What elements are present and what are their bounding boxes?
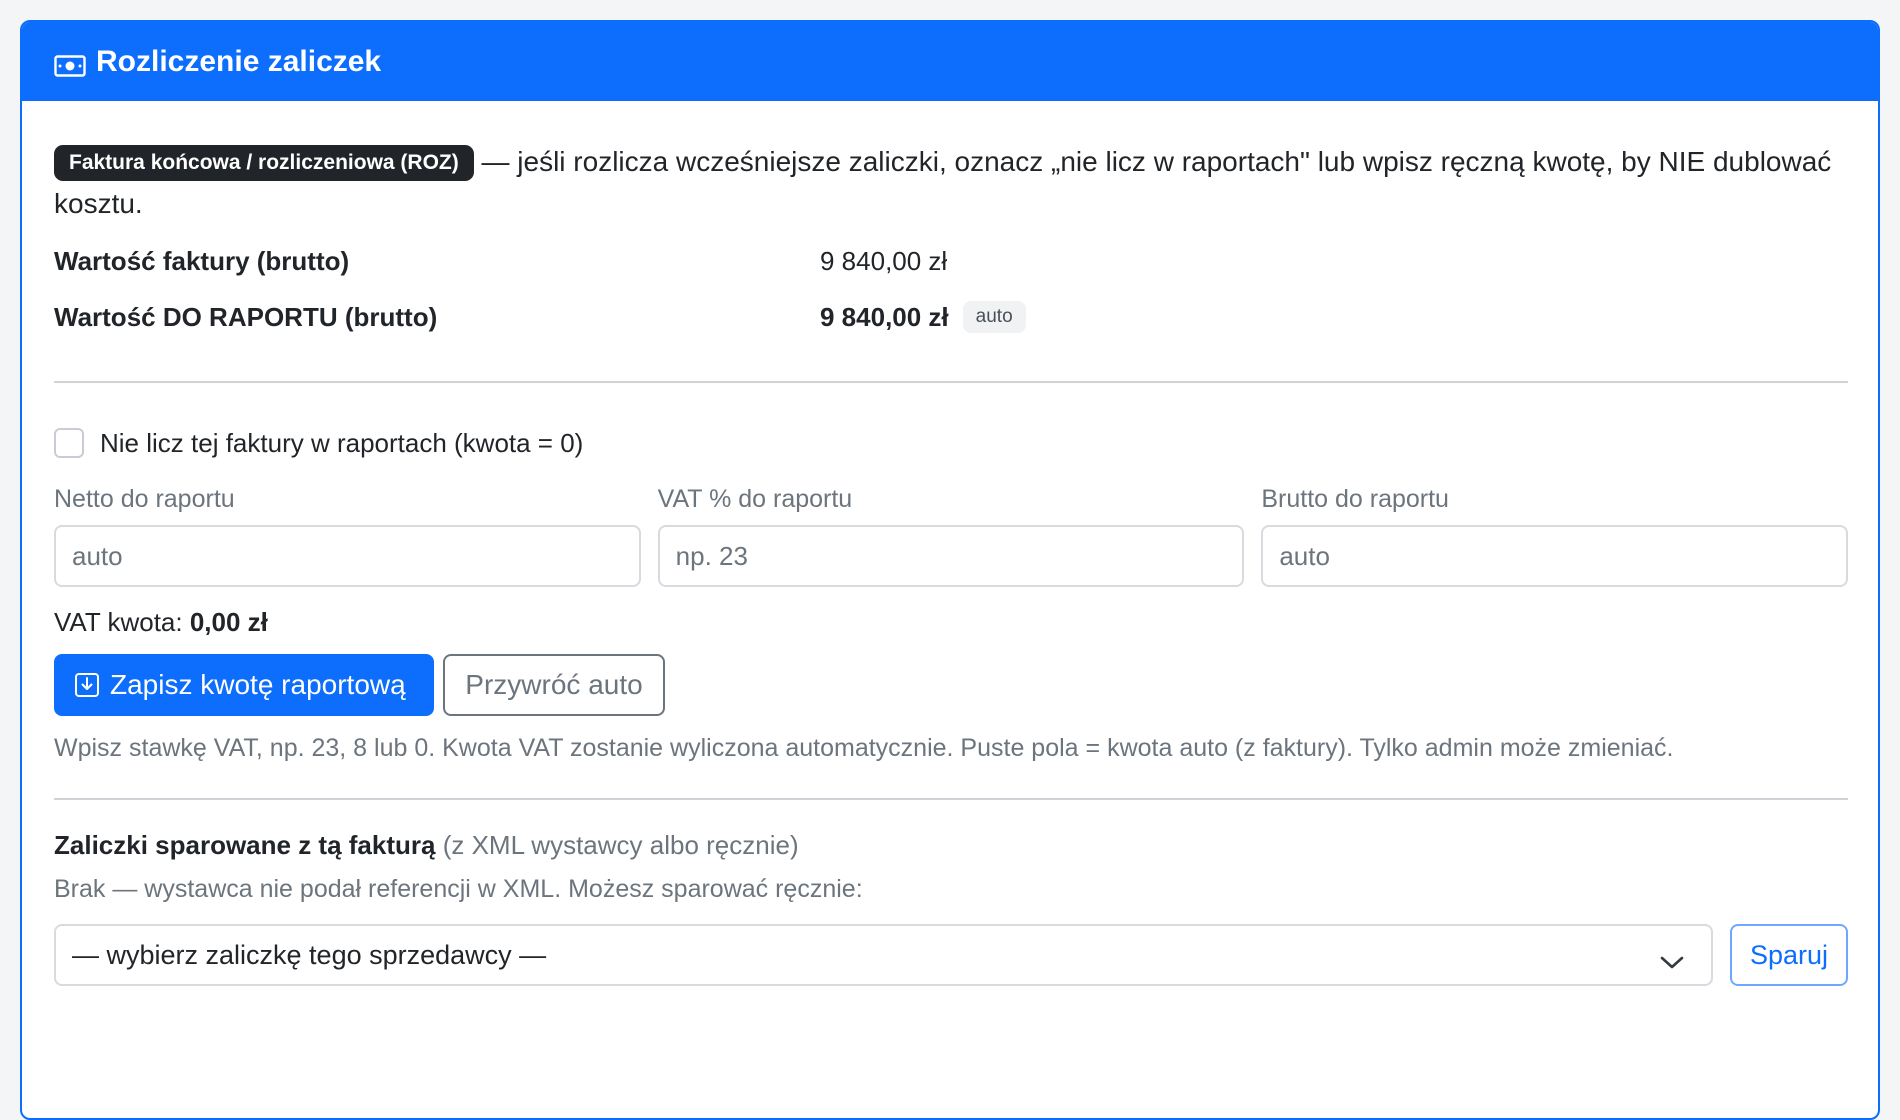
cash-icon bbox=[54, 51, 86, 77]
paired-advances-title: Zaliczki sparowane z tą fakturą bbox=[54, 830, 436, 860]
report-value-label: Wartość DO RAPORTU (brutto) bbox=[54, 301, 438, 332]
pair-advance-row: — wybierz zaliczkę tego sprzedawcy — Spa… bbox=[54, 924, 1848, 986]
vat-field: VAT % do raportu np. 23 bbox=[657, 481, 1245, 587]
invoice-value-row: Wartość faktury (brutto) 9 840,00 zł bbox=[54, 233, 1846, 289]
chevron-down-icon bbox=[1659, 947, 1685, 969]
save-download-icon bbox=[74, 672, 100, 698]
advance-select-value: — wybierz zaliczkę tego sprzedawcy — bbox=[72, 939, 547, 970]
advance-select[interactable]: — wybierz zaliczkę tego sprzedawcy — bbox=[54, 924, 1713, 986]
exclude-from-reports-label: Nie licz tej faktury w raportach (kwota … bbox=[100, 427, 584, 458]
exclude-from-reports-checkbox[interactable] bbox=[54, 428, 84, 458]
invoice-type-badge: Faktura końcowa / rozliczeniowa (ROZ) bbox=[54, 145, 474, 181]
exclude-from-reports-row[interactable]: Nie licz tej faktury w raportach (kwota … bbox=[54, 423, 1846, 463]
report-value-row: Wartość DO RAPORTU (brutto) 9 840,00 zł … bbox=[54, 289, 1846, 345]
action-buttons: Zapisz kwotę raportową Przywróć auto bbox=[54, 654, 1846, 716]
restore-auto-button[interactable]: Przywróć auto bbox=[443, 654, 665, 716]
brutto-input[interactable]: auto bbox=[1261, 525, 1849, 587]
vat-amount-value: 0,00 zł bbox=[189, 607, 268, 637]
paired-advances-subtitle: (z XML wystawcy albo ręcznie) bbox=[442, 830, 799, 860]
vat-input[interactable]: np. 23 bbox=[657, 525, 1245, 587]
intro-text: Faktura końcowa / rozliczeniowa (ROZ) — … bbox=[54, 141, 1854, 225]
save-button-label: Zapisz kwotę raportową bbox=[110, 669, 406, 700]
advance-settlement-card: Rozliczenie zaliczek Faktura końcowa / r… bbox=[20, 20, 1880, 1120]
pair-button[interactable]: Sparuj bbox=[1730, 924, 1848, 986]
save-report-amount-button[interactable]: Zapisz kwotę raportową bbox=[54, 654, 434, 716]
netto-input[interactable]: auto bbox=[54, 525, 641, 587]
report-amount-fields: Netto do raportu auto VAT % do raportu n… bbox=[54, 481, 1849, 587]
invoice-value: 9 840,00 zł bbox=[820, 245, 948, 276]
help-text: Wpisz stawkę VAT, np. 23, 8 lub 0. Kwota… bbox=[54, 734, 1674, 762]
vat-amount: VAT kwota: 0,00 zł bbox=[54, 607, 1846, 638]
vat-amount-label: VAT kwota: bbox=[54, 607, 183, 637]
paired-advances-info: Brak — wystawca nie podał referencji w X… bbox=[54, 875, 863, 903]
brutto-field: Brutto do raportu auto bbox=[1261, 481, 1849, 587]
paired-advances-heading: Zaliczki sparowane z tą fakturą (z XML w… bbox=[54, 830, 1846, 861]
card-title: Rozliczenie zaliczek bbox=[96, 44, 382, 78]
vat-label: VAT % do raportu bbox=[657, 485, 853, 513]
brutto-label: Brutto do raportu bbox=[1261, 485, 1449, 513]
card-header: Rozliczenie zaliczek bbox=[22, 22, 1878, 101]
report-value: 9 840,00 zł bbox=[820, 301, 949, 332]
netto-label: Netto do raportu bbox=[54, 485, 235, 513]
netto-field: Netto do raportu auto bbox=[54, 481, 641, 587]
invoice-value-label: Wartość faktury (brutto) bbox=[54, 245, 350, 276]
auto-badge: auto bbox=[962, 301, 1026, 333]
